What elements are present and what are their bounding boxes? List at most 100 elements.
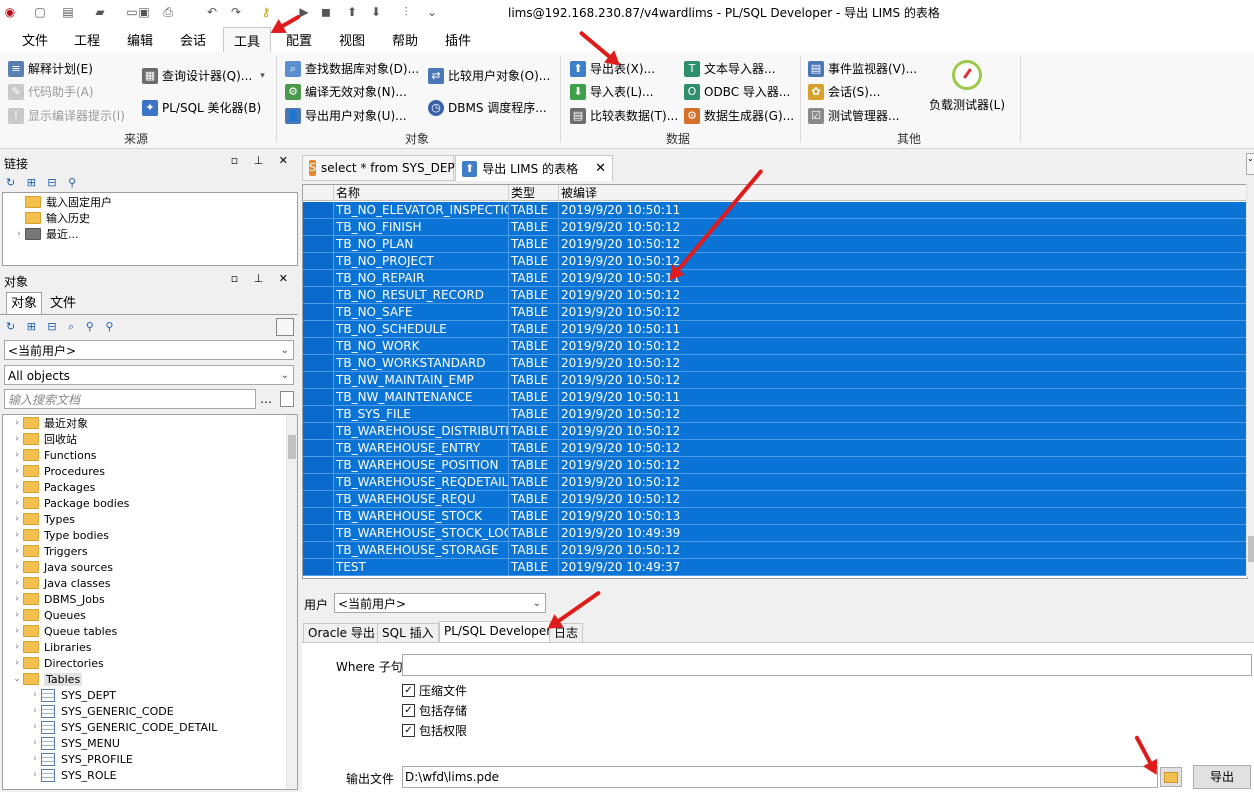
object-search-input[interactable]: 输入搜索文档 — [4, 389, 256, 409]
tree-table[interactable]: › SYS_MENU — [29, 735, 120, 751]
expand-icon[interactable]: › — [11, 450, 23, 460]
tab-objects[interactable]: 对象 — [6, 292, 43, 315]
table-row[interactable]: TB_NO_SCHEDULE TABLE 2019/9/20 10:50:11 — [303, 321, 1247, 338]
table-row[interactable]: TEST TABLE 2019/9/20 10:49:37 — [303, 559, 1247, 576]
tree-folder[interactable]: ⌄ Tables — [11, 671, 83, 687]
tree-folder[interactable]: › 回收站 — [11, 431, 77, 447]
new-icon[interactable]: ▤ — [60, 4, 76, 20]
tree-table[interactable]: › SYS_GENERIC_CODE_DETAIL — [29, 719, 217, 735]
dbms-scheduler-button[interactable]: ◷ DBMS 调度程序... — [428, 99, 547, 116]
output-file-input[interactable]: D:\wfd\lims.pde — [402, 766, 1158, 788]
tree-table[interactable]: › SYS_GENERIC_CODE — [29, 703, 174, 719]
expand-icon[interactable]: › — [11, 418, 23, 428]
row-selector[interactable] — [303, 508, 334, 525]
table-row[interactable]: TB_WAREHOUSE_ENTRY TABLE 2019/9/20 10:50:1… — [303, 440, 1247, 457]
table-row[interactable]: TB_NW_MAINTAIN_EMP TABLE 2019/9/20 10:50:1… — [303, 372, 1247, 389]
table-row[interactable]: TB_WAREHOUSE_STOCK TABLE 2019/9/20 10:50:1… — [303, 508, 1247, 525]
row-selector[interactable] — [303, 389, 334, 406]
expand-icon[interactable]: › — [11, 530, 23, 540]
tree-table[interactable]: › SYS_PROFILE — [29, 751, 133, 767]
export-button[interactable]: 导出 — [1193, 765, 1251, 789]
expand-icon[interactable]: › — [13, 229, 25, 239]
row-selector[interactable] — [303, 338, 334, 355]
scrollbar-thumb[interactable] — [288, 435, 296, 459]
row-selector[interactable] — [303, 372, 334, 389]
table-row[interactable]: TB_NO_REPAIR TABLE 2019/9/20 10:50:11 — [303, 270, 1247, 287]
expand-icon[interactable]: › — [29, 706, 41, 716]
include-privileges-checkbox[interactable]: ✓ 包括权限 — [402, 722, 467, 739]
menu-session[interactable]: 会话 — [180, 30, 206, 49]
compare-table-data-button[interactable]: ▤ 比较表数据(T)... — [570, 107, 678, 124]
tree-folder[interactable]: › DBMS_Jobs — [11, 591, 105, 607]
tab-export-tables[interactable]: ⬆ 导出 LIMS 的表格 ✕ — [455, 155, 613, 181]
menu-view[interactable]: 视图 — [339, 30, 365, 49]
tab-sql-window[interactable]: Sselect * from SYS_DEPT — [302, 155, 462, 181]
undo-icon[interactable]: ↶ — [204, 4, 220, 20]
compress-file-checkbox[interactable]: ✓ 压缩文件 — [402, 682, 467, 699]
row-selector[interactable] — [303, 474, 334, 491]
panel-buttons[interactable]: ▫ ⊥ ✕ — [231, 154, 294, 167]
expand-icon[interactable]: › — [29, 722, 41, 732]
export-user-combo[interactable]: <当前用户> ⌄ — [334, 593, 546, 613]
row-selector[interactable] — [303, 406, 334, 423]
expand-icon[interactable]: › — [11, 578, 23, 588]
event-monitor-button[interactable]: ▤ 事件监视器(V)... — [808, 60, 917, 77]
menu-edit[interactable]: 编辑 — [127, 30, 153, 49]
tree-folder[interactable]: › Package bodies — [11, 495, 129, 511]
tab-sql-insert[interactable]: SQL 插入 — [377, 623, 439, 643]
document-icon[interactable] — [280, 391, 294, 407]
expand-icon[interactable]: › — [11, 562, 23, 572]
tree-folder[interactable]: › Types — [11, 511, 75, 527]
table-row[interactable]: TB_NO_WORK TABLE 2019/9/20 10:50:12 — [303, 338, 1247, 355]
tab-oracle-export[interactable]: Oracle 导出 — [303, 623, 380, 643]
expand-icon[interactable]: › — [11, 610, 23, 620]
table-row[interactable]: TB_NO_WORKSTANDARD TABLE 2019/9/20 10:50:1… — [303, 355, 1247, 372]
plsql-beautifier-button[interactable]: ✦ PL/SQL 美化器(B) — [142, 99, 261, 116]
column-header-name[interactable]: 名称 — [334, 185, 509, 201]
more-icon[interactable]: … — [260, 392, 272, 406]
objects-scrollbar[interactable] — [286, 415, 297, 789]
table-row[interactable]: TB_NO_PROJECT TABLE 2019/9/20 10:50:12 — [303, 253, 1247, 270]
expand-icon[interactable]: › — [11, 642, 23, 652]
sessions-button[interactable]: ✿ 会话(S)... — [808, 83, 880, 100]
menu-config[interactable]: 配置 — [286, 30, 312, 49]
tree-folder[interactable]: › Triggers — [11, 543, 87, 559]
filter-toggle[interactable] — [276, 318, 294, 336]
objects-toolbar[interactable]: ↻ ⊞ ⊟ ⌕ ⚲ ⚲ — [6, 320, 117, 334]
print-icon[interactable]: ⎙ — [160, 4, 176, 20]
tree-folder[interactable]: › Queue tables — [11, 623, 117, 639]
tree-folder[interactable]: › Procedures — [11, 463, 105, 479]
expand-icon[interactable]: › — [29, 770, 41, 780]
menu-help[interactable]: 帮助 — [392, 30, 418, 49]
tree-folder[interactable]: › Packages — [11, 479, 95, 495]
test-manager-button[interactable]: ☑ 测试管理器... — [808, 107, 899, 124]
save-icon[interactable]: ▣ — [136, 4, 152, 20]
column-header-compiled[interactable]: 被编译 — [559, 185, 1247, 201]
find-db-objects-button[interactable]: ⌕ 查找数据库对象(D)... — [285, 60, 419, 77]
tree-folder[interactable]: › Java classes — [11, 575, 110, 591]
expand-icon[interactable]: › — [11, 594, 23, 604]
compile-invalid-button[interactable]: ⚙ 编译无效对象(N)... — [285, 83, 407, 100]
query-designer-button[interactable]: ▦ 查询设计器(Q)... ▾ — [142, 67, 265, 84]
table-row[interactable]: TB_NO_ELEVATOR_INSPECTION TABLE 2019/9/20 … — [303, 202, 1247, 219]
open-folder-icon[interactable]: ▰ — [92, 4, 108, 20]
tree-folder[interactable]: › Java sources — [11, 559, 113, 575]
import-tables-button[interactable]: ⬇ 导入表(L)... — [570, 83, 654, 100]
row-selector[interactable] — [303, 270, 334, 287]
expand-icon[interactable]: › — [29, 690, 41, 700]
row-selector[interactable] — [303, 287, 334, 304]
table-row[interactable]: TB_WAREHOUSE_POSITION TABLE 2019/9/20 10:5… — [303, 457, 1247, 474]
row-selector[interactable] — [303, 525, 334, 542]
menu-project[interactable]: 工程 — [74, 30, 100, 49]
expand-icon[interactable]: › — [11, 498, 23, 508]
row-selector[interactable] — [303, 423, 334, 440]
table-row[interactable]: TB_NO_FINISH TABLE 2019/9/20 10:50:12 — [303, 219, 1247, 236]
row-selector[interactable] — [303, 457, 334, 474]
expand-icon[interactable]: › — [11, 546, 23, 556]
row-selector[interactable] — [303, 202, 334, 219]
tree-folder[interactable]: › Directories — [11, 655, 104, 671]
menu-file[interactable]: 文件 — [22, 30, 48, 49]
window-icon[interactable]: ▢ — [32, 4, 48, 20]
tab-list-dropdown[interactable]: ⌄ — [1246, 153, 1254, 175]
table-row[interactable]: TB_WAREHOUSE_STORAGE TABLE 2019/9/20 10:50… — [303, 542, 1247, 559]
